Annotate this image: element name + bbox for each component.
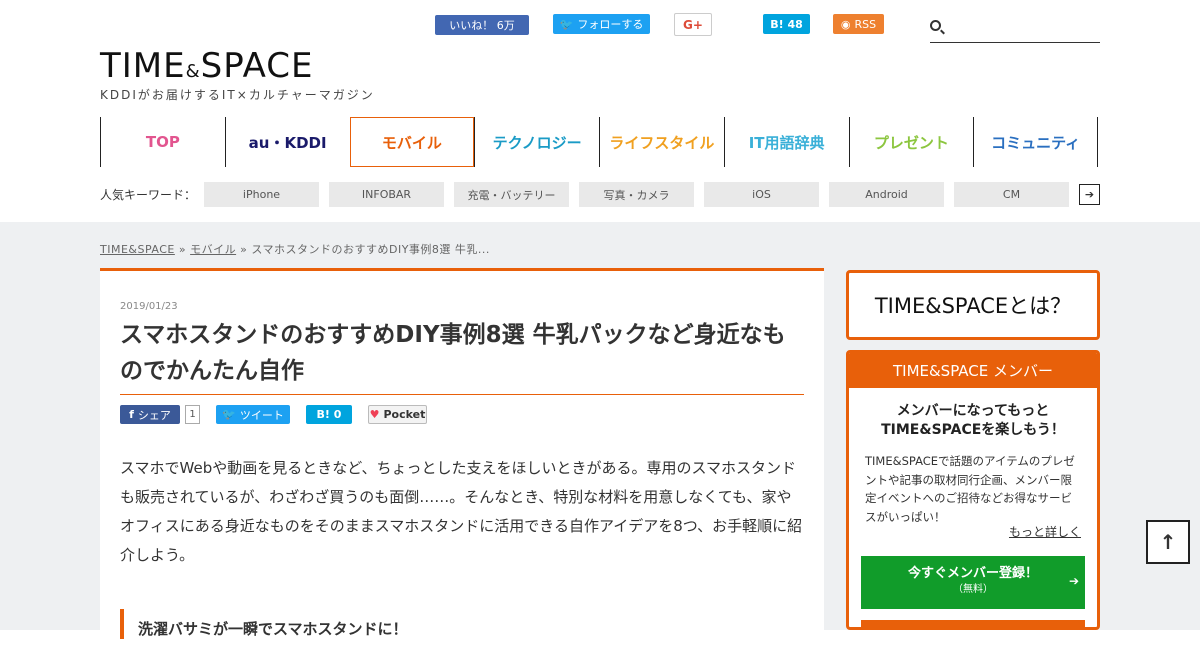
article-card: 2019/01/23 スマホスタンドのおすすめDIY事例8選 牛乳パックなど身近… [100, 268, 824, 639]
search-box[interactable] [930, 14, 1100, 43]
facebook-like-button[interactable]: いいね！ 6万 [435, 15, 529, 35]
facebook-like-label: いいね！ 6万 [449, 19, 515, 32]
facebook-share-count: 1 [185, 405, 200, 424]
nav-item-present[interactable]: プレゼント [848, 117, 974, 167]
nav-item-lifestyle[interactable]: ライフスタイル [599, 117, 724, 167]
keywords-label: 人気キーワード： [100, 188, 197, 202]
google-plus-label: G+ [683, 17, 703, 32]
register-label: 今すぐメンバー登録！ [907, 566, 1038, 581]
arrow-right-icon: ➔ [1068, 574, 1079, 588]
keyword-chip[interactable]: INFOBAR [329, 182, 444, 207]
facebook-icon: f [129, 408, 134, 421]
keyword-chip[interactable]: iPhone [204, 182, 319, 207]
facebook-share-button[interactable]: f シェア [120, 405, 180, 424]
hatena-share-button[interactable]: B! 0 [306, 405, 352, 424]
site-header: いいね！ 6万 🐦 フォローする G+ B! 48 ◉ RSS TIME&SPACE… [0, 0, 1200, 222]
member-description: TIME&SPACEで話題のアイテムのプレゼントや記事の取材同行企画、メンバー限… [865, 454, 1075, 524]
breadcrumb-separator: » [240, 243, 248, 256]
facebook-share-label: シェア [137, 408, 171, 422]
keywords-next-arrow-icon[interactable]: ➔ [1079, 184, 1100, 205]
member-lead-line2: TIME&SPACEを楽しもう！ [881, 422, 1065, 438]
breadcrumb-current: スマホスタンドのおすすめDIY事例8選 牛乳... [251, 243, 490, 256]
article-date: 2019/01/23 [120, 301, 178, 312]
member-lead: メンバーになってもっと TIME&SPACEを楽しもう！ [849, 402, 1097, 440]
google-plus-button[interactable]: G+ [674, 13, 712, 36]
about-banner-label: TIME&SPACEとは？ [874, 294, 1072, 318]
login-button[interactable] [861, 620, 1085, 627]
nav-item-community[interactable]: コミュニティ [973, 117, 1098, 167]
pocket-button[interactable]: ♥ Pocket [368, 405, 427, 424]
member-more-link[interactable]: もっと詳しく [1009, 523, 1081, 540]
logo-amp: & [185, 61, 201, 82]
keyword-chip[interactable]: 充電・バッテリー [454, 182, 569, 207]
about-banner[interactable]: TIME&SPACEとは？ [846, 270, 1100, 340]
rss-button[interactable]: ◉ RSS [833, 14, 884, 34]
nav-item-technology[interactable]: テクノロジー [474, 117, 599, 167]
twitter-bird-icon: 🐦 [559, 17, 574, 31]
article-subheading: 洗濯バサミが一瞬でスマホスタンドに！ [120, 609, 804, 639]
rss-label: RSS [854, 17, 877, 31]
search-icon[interactable] [930, 20, 941, 31]
logo-time: TIME [100, 46, 186, 86]
breadcrumb: TIME&SPACE » モバイル » スマホスタンドのおすすめDIY事例8選 … [100, 241, 490, 257]
site-logo[interactable]: TIME&SPACE [100, 46, 313, 86]
nav-item-mobile[interactable]: モバイル [349, 117, 475, 167]
member-panel-header: TIME&SPACE メンバー [849, 353, 1097, 388]
back-to-top-button[interactable]: ↑ [1146, 520, 1190, 564]
nav-item-it-glossary[interactable]: IT用語辞典 [723, 117, 849, 167]
breadcrumb-separator: » [178, 243, 187, 256]
keyword-chip[interactable]: CM [954, 182, 1069, 207]
twitter-tweet-label: ツイート [239, 408, 284, 422]
nav-item-au-kddi[interactable]: au・KDDI [224, 117, 350, 167]
hatena-bookmark-button[interactable]: B! 48 [763, 14, 810, 34]
member-lead-line1: メンバーになってもっと [896, 403, 1050, 419]
twitter-tweet-button[interactable]: 🐦 ツイート [216, 405, 290, 424]
article-lead: スマホでWebや動画を見るときなど、ちょっとした支えをほしいときがある。専用のス… [120, 459, 803, 564]
register-sublabel: （無料） [953, 584, 993, 595]
twitter-bird-icon: 🐦 [222, 408, 236, 421]
logo-space: SPACE [200, 46, 314, 86]
pocket-label: Pocket [383, 408, 426, 421]
pocket-icon: ♥ [369, 408, 380, 421]
keyword-chip[interactable]: iOS [704, 182, 819, 207]
hatena-share-label: B! 0 [316, 408, 342, 421]
breadcrumb-category[interactable]: モバイル [190, 243, 236, 256]
twitter-follow-button[interactable]: 🐦 フォローする [553, 14, 650, 34]
global-nav: TOP au・KDDI モバイル テクノロジー ライフスタイル IT用語辞典 プ… [100, 117, 1098, 167]
member-register-button[interactable]: 今すぐメンバー登録！ （無料） ➔ [861, 556, 1085, 609]
breadcrumb-home[interactable]: TIME&SPACE [100, 243, 175, 256]
keyword-chip[interactable]: 写真・カメラ [579, 182, 694, 207]
keyword-chip[interactable]: Android [829, 182, 944, 207]
rss-icon: ◉ [840, 17, 851, 31]
hatena-count-label: B! 48 [770, 17, 803, 31]
article-title: スマホスタンドのおすすめDIY事例8選 牛乳パックなど身近なものでかんたん自作 [120, 317, 804, 395]
nav-item-top[interactable]: TOP [100, 117, 225, 167]
site-tagline: KDDIがお届けするIT×カルチャーマガジン [100, 88, 375, 102]
twitter-follow-label: フォローする [577, 18, 644, 31]
member-panel: TIME&SPACE メンバー メンバーになってもっと TIME&SPACEを楽… [846, 350, 1100, 630]
